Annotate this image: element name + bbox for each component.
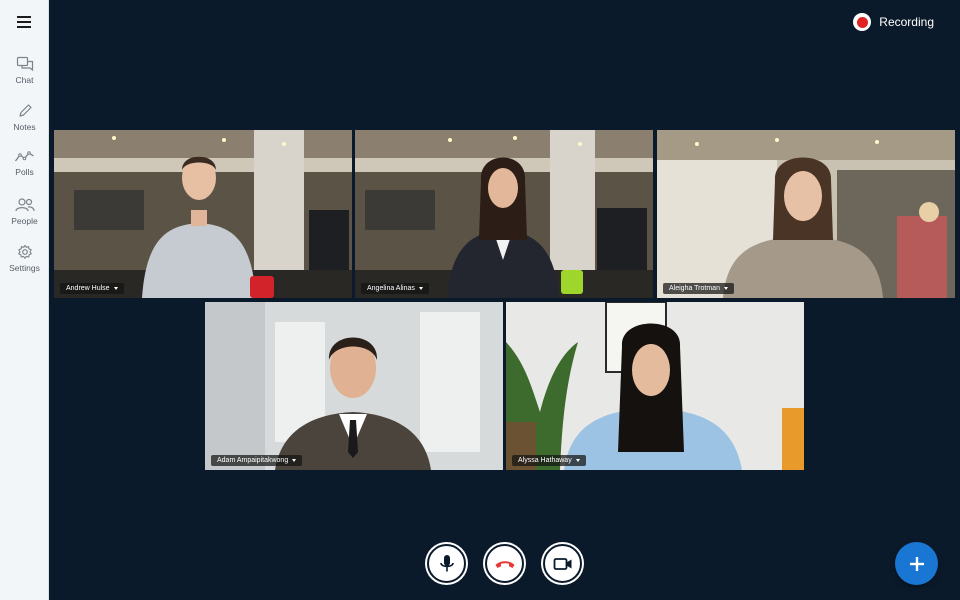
add-button[interactable] [895, 542, 938, 585]
participant-name: Angelina Alinas [367, 285, 415, 292]
participant-name-tag[interactable]: Alyssa Hathaway [512, 455, 586, 466]
participant-name-tag[interactable]: Angelina Alinas [361, 283, 429, 294]
sidebar-item-label: Polls [15, 167, 34, 177]
sidebar-item-chat[interactable]: Chat [0, 56, 49, 100]
trend-line-icon [14, 151, 34, 162]
sidebar-item-settings[interactable]: Settings [0, 244, 49, 288]
participant-name: Alyssa Hathaway [518, 457, 572, 464]
video-tile[interactable]: Andrew Hulse [54, 130, 352, 298]
sidebar-item-label: Notes [13, 122, 36, 132]
record-icon [853, 13, 872, 31]
hang-up-button[interactable] [483, 542, 526, 585]
pencil-icon [18, 104, 32, 117]
chevron-down-icon [113, 287, 118, 290]
plus-icon [909, 556, 924, 571]
recording-indicator: Recording [853, 12, 934, 32]
video-tile-active[interactable]: Angelina Alinas [355, 130, 653, 298]
participant-name: Andrew Hulse [66, 285, 110, 292]
sidebar-item-label: Chat [15, 75, 34, 85]
participant-name: Aleigha Trotman [669, 285, 720, 292]
participant-video [54, 130, 352, 298]
menu-button[interactable] [13, 14, 35, 30]
video-tile[interactable]: Adam Ampaipitakwong [205, 302, 503, 470]
sidebar-item-notes[interactable]: Notes [0, 103, 49, 147]
participant-name-tag[interactable]: Aleigha Trotman [663, 283, 734, 294]
chevron-down-icon [723, 287, 728, 290]
participant-video [355, 130, 653, 298]
chevron-down-icon [418, 287, 423, 290]
sidebar-item-polls[interactable]: Polls [0, 150, 49, 194]
participant-name: Adam Ampaipitakwong [217, 457, 289, 464]
participant-video [657, 130, 955, 298]
sidebar: Chat Notes Polls People Settings [0, 0, 49, 600]
recording-label: Recording [879, 15, 934, 29]
camera-button[interactable] [541, 542, 584, 585]
people-icon [14, 198, 35, 212]
participant-name-tag[interactable]: Andrew Hulse [60, 283, 124, 294]
mute-button[interactable] [425, 542, 468, 585]
video-tile[interactable]: Alyssa Hathaway [506, 302, 804, 470]
video-camera-icon [553, 557, 571, 570]
gear-icon [17, 244, 32, 259]
participant-name-tag[interactable]: Adam Ampaipitakwong [211, 455, 303, 466]
sidebar-item-people[interactable]: People [0, 197, 49, 241]
chat-icon [16, 56, 33, 72]
chevron-down-icon [575, 459, 580, 462]
sidebar-item-label: Settings [9, 263, 40, 273]
video-tile[interactable]: Aleigha Trotman [657, 130, 955, 298]
microphone-icon [439, 554, 454, 571]
chevron-down-icon [292, 459, 297, 462]
sidebar-item-label: People [11, 216, 38, 226]
hamburger-icon [17, 16, 31, 18]
participant-video [205, 302, 503, 470]
phone-hangup-icon [495, 560, 514, 568]
participant-video [506, 302, 804, 470]
